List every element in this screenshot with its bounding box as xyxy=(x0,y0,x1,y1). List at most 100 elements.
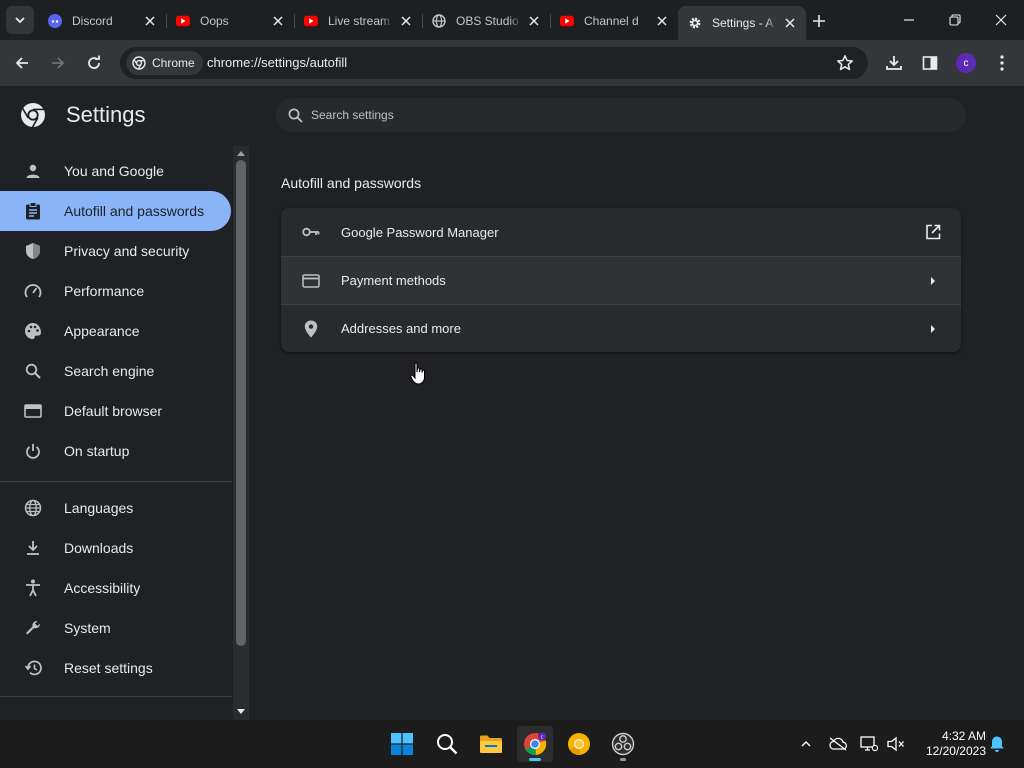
chrome-menu-button[interactable] xyxy=(988,49,1016,77)
close-icon[interactable] xyxy=(654,13,670,29)
row-addresses[interactable]: Addresses and more xyxy=(281,304,961,352)
sidebar-item-reset-settings[interactable]: Reset settings xyxy=(0,648,231,688)
taskbar-search-button[interactable] xyxy=(429,726,465,762)
sidebar-item-label: Downloads xyxy=(64,540,134,556)
sidebar-item-performance[interactable]: Performance xyxy=(0,271,231,311)
sidebar-item-on-startup[interactable]: On startup xyxy=(0,431,231,471)
sidebar-item-autofill[interactable]: Autofill and passwords xyxy=(0,191,231,231)
chrome-logo-icon xyxy=(21,103,45,128)
profile-button[interactable]: c xyxy=(952,49,980,77)
browser-window-icon xyxy=(24,402,42,420)
reload-button[interactable] xyxy=(80,49,108,77)
search-icon xyxy=(288,108,303,123)
sidebar-item-label: Autofill and passwords xyxy=(64,203,205,219)
sidebar-item-label: Privacy and security xyxy=(64,243,190,259)
chip-label: Chrome xyxy=(152,56,195,70)
sidebar-item-default-browser[interactable]: Default browser xyxy=(0,391,231,431)
settings-header: Settings xyxy=(20,102,146,128)
gear-icon xyxy=(688,16,702,30)
search-input[interactable] xyxy=(311,108,911,122)
clipboard-icon xyxy=(24,202,42,220)
youtube-icon xyxy=(304,14,318,28)
bookmark-star-icon[interactable] xyxy=(836,54,854,77)
arrow-left-icon xyxy=(15,57,28,69)
sidebar-item-system[interactable]: System xyxy=(0,608,231,648)
chevron-up-icon xyxy=(801,741,811,747)
close-icon[interactable] xyxy=(398,13,414,29)
sidebar-item-label: System xyxy=(64,620,111,636)
file-explorer-icon xyxy=(480,735,502,753)
site-info-chip[interactable]: Chrome xyxy=(126,51,203,75)
obs-icon xyxy=(611,732,635,756)
sidebar-item-search-engine[interactable]: Search engine xyxy=(0,351,231,391)
open-external-icon[interactable] xyxy=(923,222,943,242)
downloads-button[interactable] xyxy=(880,49,908,77)
tab-discord[interactable]: Discord xyxy=(38,6,166,36)
chevron-right-icon xyxy=(923,271,943,291)
windows-start-button[interactable] xyxy=(384,726,420,762)
notifications-button[interactable] xyxy=(985,732,1009,756)
section-title: Autofill and passwords xyxy=(281,175,422,191)
tab-live-stream[interactable]: Live stream xyxy=(294,6,422,36)
row-payment-methods[interactable]: Payment methods xyxy=(281,256,961,304)
network-icon xyxy=(860,736,878,752)
taskbar-chrome-canary[interactable] xyxy=(561,726,597,762)
forward-button[interactable] xyxy=(44,49,72,77)
tray-volume[interactable] xyxy=(884,732,908,756)
sidebar-item-you-and-google[interactable]: You and Google xyxy=(0,151,231,191)
close-window-button[interactable] xyxy=(978,0,1024,40)
shield-icon xyxy=(24,242,42,260)
settings-sidebar: You and Google Autofill and passwords Pr… xyxy=(0,146,232,720)
address-bar[interactable]: Chrome chrome://settings/autofill xyxy=(120,47,868,79)
tray-onedrive[interactable] xyxy=(826,732,850,756)
restore-icon xyxy=(949,14,961,26)
url-text[interactable]: chrome://settings/autofill xyxy=(207,55,347,70)
sidebar-divider xyxy=(0,696,232,697)
taskbar-obs[interactable] xyxy=(605,726,641,762)
windows-taskbar: c 4:32 AM 12/20/2023 xyxy=(0,720,1024,768)
side-panel-icon xyxy=(922,56,938,70)
plus-icon xyxy=(813,15,825,27)
sidebar-scrollbar[interactable] xyxy=(233,146,249,720)
tray-overflow-button[interactable] xyxy=(794,732,818,756)
scroll-down-arrow-icon[interactable] xyxy=(237,709,245,714)
close-icon[interactable] xyxy=(526,13,542,29)
new-tab-button[interactable] xyxy=(808,10,830,32)
power-icon xyxy=(24,442,42,460)
taskbar-file-explorer[interactable] xyxy=(473,726,509,762)
sidebar-item-accessibility[interactable]: Accessibility xyxy=(0,568,231,608)
download-icon xyxy=(24,539,42,557)
browser-toolbar: Chrome chrome://settings/autofill c xyxy=(0,40,1024,86)
tray-network[interactable] xyxy=(857,732,881,756)
taskbar-chrome[interactable]: c xyxy=(517,726,553,762)
row-label: Payment methods xyxy=(341,273,446,288)
sidebar-item-label: Languages xyxy=(64,500,134,516)
close-icon[interactable] xyxy=(782,15,798,31)
sidebar-item-downloads[interactable]: Downloads xyxy=(0,528,231,568)
side-panel-button[interactable] xyxy=(916,49,944,77)
sidebar-item-label: On startup xyxy=(64,443,130,459)
palette-icon xyxy=(24,322,42,340)
tab-obs-studio[interactable]: OBS Studio xyxy=(422,6,550,36)
sidebar-item-privacy[interactable]: Privacy and security xyxy=(0,231,231,271)
scrollbar-thumb[interactable] xyxy=(236,160,246,646)
chrome-icon xyxy=(132,56,146,70)
tab-search-button[interactable] xyxy=(6,6,34,34)
sidebar-item-languages[interactable]: Languages xyxy=(0,488,231,528)
tab-channel[interactable]: Channel d xyxy=(550,6,678,36)
close-icon[interactable] xyxy=(270,13,286,29)
row-password-manager[interactable]: Google Password Manager xyxy=(281,208,961,256)
tab-oops[interactable]: Oops xyxy=(166,6,294,36)
minimize-button[interactable] xyxy=(886,0,932,40)
sidebar-divider xyxy=(0,481,232,482)
taskbar-clock[interactable]: 4:32 AM 12/20/2023 xyxy=(914,729,986,759)
sidebar-item-label: Appearance xyxy=(64,323,140,339)
tab-settings[interactable]: Settings - A xyxy=(678,6,806,40)
back-button[interactable] xyxy=(8,49,36,77)
sidebar-item-appearance[interactable]: Appearance xyxy=(0,311,231,351)
close-icon[interactable] xyxy=(142,13,158,29)
settings-search[interactable] xyxy=(276,98,966,132)
restore-button[interactable] xyxy=(932,0,978,40)
row-label: Google Password Manager xyxy=(341,224,499,240)
scroll-up-arrow-icon[interactable] xyxy=(237,151,245,156)
